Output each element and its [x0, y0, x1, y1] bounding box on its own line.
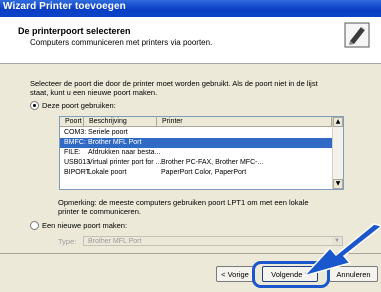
scroll-down-icon[interactable]: ▼: [333, 179, 343, 189]
page-subtitle: Computers communiceren met printers via …: [30, 38, 213, 47]
window-title: Wizard Printer toevoegen: [3, 1, 126, 12]
column-header-port[interactable]: Poort: [60, 117, 84, 127]
callout-arrow-icon: [301, 223, 381, 278]
port-type-label: Type:: [58, 237, 77, 246]
port-type-value: Brother MFL Port: [88, 238, 142, 245]
wizard-window: Wizard Printer toevoegen De printerpoort…: [0, 0, 381, 292]
title-bar: Wizard Printer toevoegen: [0, 0, 381, 17]
note-line-1: Opmerking: de meeste computers gebruiken…: [58, 198, 309, 207]
port-cell: BMFC:: [64, 139, 86, 146]
description-cell: Brother MFL Port: [88, 139, 142, 146]
use-port-label: Deze poort gebruiken:: [42, 101, 116, 110]
description-cell: Seriele poort: [88, 129, 128, 136]
printer-cell: Brother PC-FAX, Brother MFC-...: [161, 159, 264, 166]
description-cell: Lokale poort: [88, 169, 127, 176]
note-line-2: printer te communiceren.: [58, 207, 141, 216]
port-cell: USB013: [64, 159, 91, 166]
table-row[interactable]: FILE: Afdrukken naar besta...: [60, 148, 332, 158]
instruction-line-1: Selecteer de poort die door de printer m…: [30, 79, 318, 88]
column-header-description[interactable]: Beschrijving: [84, 117, 157, 127]
description-cell: Virtual printer port for ...: [88, 159, 162, 166]
port-cell: BIPORT: [64, 169, 90, 176]
printer-cell: PaperPort Color, PaperPort: [161, 169, 247, 176]
port-list[interactable]: Poort Beschrijving Printer COM3: Seriele…: [59, 116, 344, 190]
table-row[interactable]: COM3: Seriele poort: [60, 128, 332, 138]
new-port-radio[interactable]: [30, 221, 39, 230]
port-cell: FILE:: [64, 149, 81, 156]
vertical-scrollbar[interactable]: ▲ ▼: [332, 117, 343, 189]
printer-wizard-icon: [344, 22, 370, 48]
column-header-printer[interactable]: Printer: [157, 117, 332, 127]
port-cell: COM3:: [64, 129, 87, 136]
table-row[interactable]: USB013 Virtual printer port for ... Brot…: [60, 158, 332, 168]
new-port-label: Een nieuwe poort maken:: [42, 221, 128, 230]
description-cell: Afdrukken naar besta...: [88, 149, 161, 156]
instruction-line-2: staat, kunt u een nieuwe poort maken.: [30, 88, 158, 97]
page-title: De printerpoort selecteren: [18, 26, 131, 36]
scroll-up-icon[interactable]: ▲: [333, 117, 343, 127]
table-row-selected[interactable]: BMFC: Brother MFL Port: [60, 138, 332, 148]
back-button[interactable]: < Vorige: [216, 266, 254, 282]
table-row[interactable]: BIPORT Lokale poort PaperPort Color, Pap…: [60, 168, 332, 178]
wizard-header: De printerpoort selecteren Computers com…: [0, 17, 381, 64]
use-port-radio[interactable]: [30, 101, 39, 110]
